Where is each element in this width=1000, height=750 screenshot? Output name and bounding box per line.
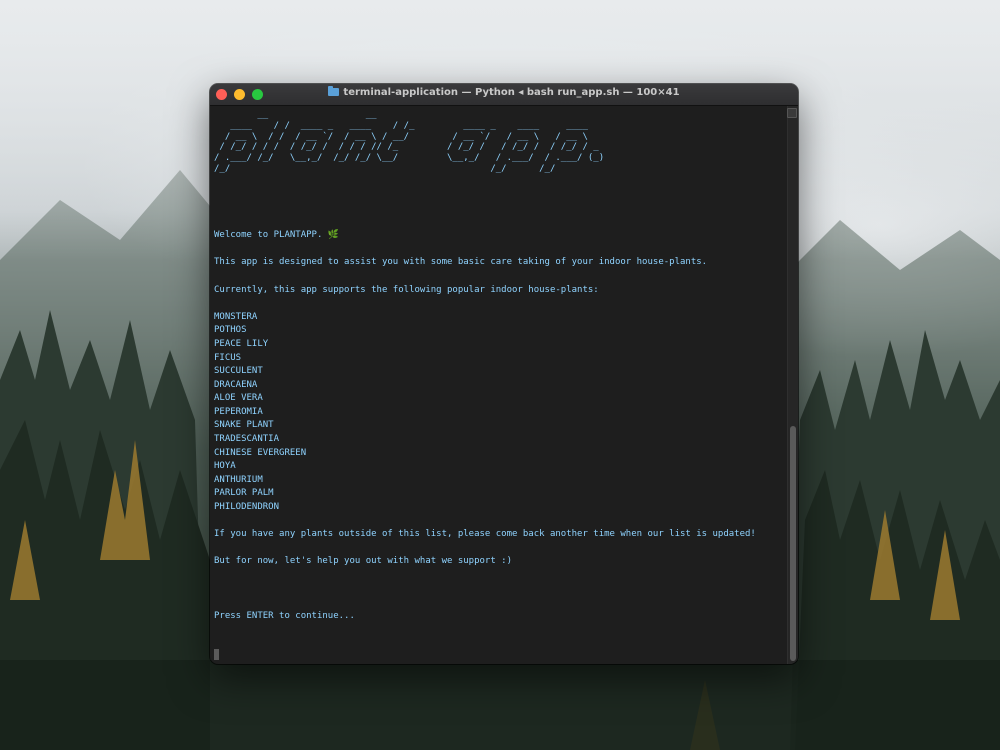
plant-list-item: SNAKE PLANT (214, 420, 274, 431)
window-titlebar[interactable]: terminal-application — Python ◂ bash run… (210, 84, 798, 106)
intro-line: This app is designed to assist you with … (214, 257, 708, 268)
plant-list-item: CHINESE EVERGREEN (214, 447, 307, 458)
scrollbar-thumb[interactable] (790, 426, 796, 661)
scrollbar-top-handle[interactable] (787, 108, 797, 118)
plant-list: MONSTERA POTHOS PEACE LILY FICUS SUCCULE… (214, 311, 788, 515)
folder-icon (328, 86, 340, 96)
for-now-line: But for now, let's help you out with wha… (214, 556, 513, 567)
continue-prompt: Press ENTER to continue... (214, 610, 355, 621)
plant-list-item: PARLOR PALM (214, 488, 274, 499)
welcome-line: Welcome to PLANTAPP. 🌿 (214, 230, 339, 241)
plant-list-item: PHILODENDRON (214, 502, 280, 513)
plant-list-item: SUCCULENT (214, 366, 263, 377)
ascii-logo: __ __ ____ / / ____ _ ____ / /_ ____ _ _… (214, 110, 605, 174)
plant-list-item: FICUS (214, 352, 242, 363)
plant-list-item: HOYA (214, 461, 236, 472)
terminal-window: terminal-application — Python ◂ bash run… (210, 84, 798, 664)
plant-list-item: ALOE VERA (214, 393, 263, 404)
window-title-text: terminal-application — Python ◂ bash run… (343, 87, 680, 98)
terminal-output[interactable]: __ __ ____ / / ____ _ ____ / /_ ____ _ _… (210, 106, 788, 664)
plant-list-item: PEPEROMIA (214, 406, 263, 417)
supports-line: Currently, this app supports the followi… (214, 284, 599, 295)
plant-list-item: ANTHURIUM (214, 474, 263, 485)
plant-list-item: PEACE LILY (214, 338, 269, 349)
window-title: terminal-application — Python ◂ bash run… (210, 86, 798, 98)
plant-list-item: MONSTERA (214, 311, 258, 322)
outside-list-line: If you have any plants outside of this l… (214, 529, 756, 540)
terminal-cursor (214, 649, 219, 660)
scrollbar[interactable] (787, 106, 798, 664)
plant-list-item: DRACAENA (214, 379, 258, 390)
plant-list-item: POTHOS (214, 325, 247, 336)
plant-list-item: TRADESCANTIA (214, 434, 280, 445)
